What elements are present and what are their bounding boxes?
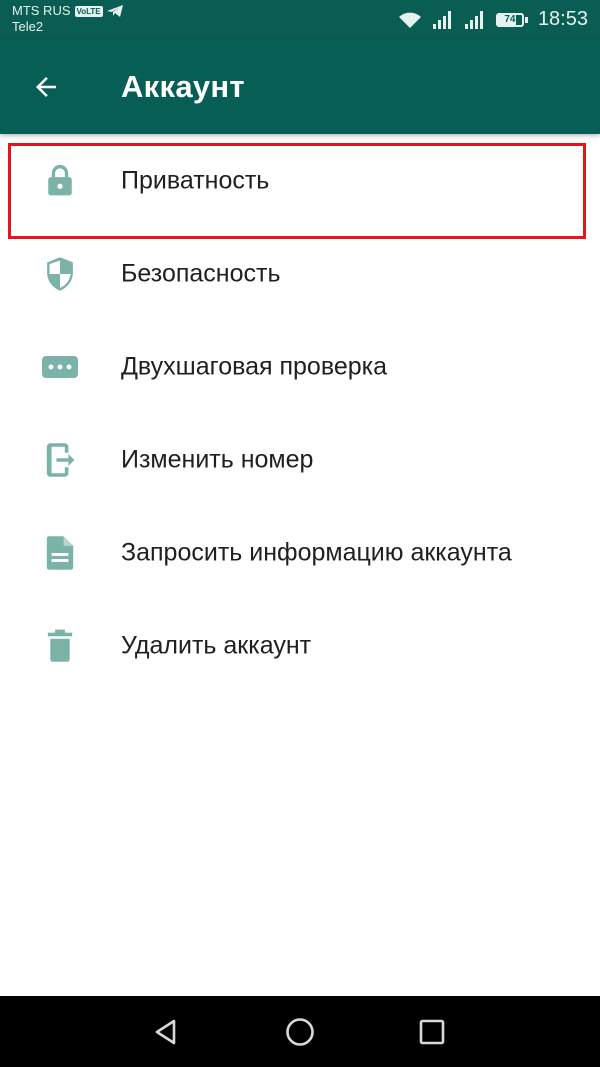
change-number-icon bbox=[40, 440, 80, 480]
battery-percent: 74 bbox=[504, 13, 516, 25]
carrier-info: MTS RUS VoLTE Tele2 bbox=[12, 3, 123, 35]
app-bar: Аккаунт bbox=[0, 40, 600, 134]
wifi-icon bbox=[398, 12, 421, 28]
telegram-icon bbox=[106, 5, 123, 17]
volte-badge: VoLTE bbox=[74, 5, 103, 17]
nav-back-button[interactable] bbox=[148, 1014, 184, 1050]
menu-item-change-number[interactable]: Изменить номер bbox=[0, 413, 600, 506]
document-icon bbox=[40, 533, 80, 573]
menu-item-label: Удалить аккаунт bbox=[121, 631, 312, 659]
menu-item-request-account-info[interactable]: Запросить информацию аккаунта bbox=[0, 506, 600, 599]
nav-home-button[interactable] bbox=[282, 1014, 318, 1050]
menu-item-security[interactable]: Безопасность bbox=[0, 227, 600, 320]
menu-item-label: Приватность bbox=[121, 166, 270, 194]
signal-icon-2 bbox=[464, 10, 483, 29]
page-title: Аккаунт bbox=[121, 69, 245, 104]
nav-recents-button[interactable] bbox=[414, 1014, 450, 1050]
clock: 18:53 bbox=[537, 8, 588, 30]
signal-icon bbox=[432, 10, 451, 29]
menu-item-two-step-verification[interactable]: Двухшаговая проверка bbox=[0, 320, 600, 413]
arrow-left-icon bbox=[36, 77, 56, 97]
status-bar: MTS RUS VoLTE Tele2 74 18:53 bbox=[0, 0, 600, 40]
shield-icon bbox=[40, 254, 80, 294]
battery-indicator: 74 bbox=[495, 12, 528, 27]
square-recents-icon bbox=[419, 1019, 445, 1045]
menu-item-label: Изменить номер bbox=[121, 445, 314, 473]
circle-home-icon bbox=[286, 1018, 314, 1046]
triangle-back-icon bbox=[155, 1019, 176, 1045]
lock-icon bbox=[40, 161, 80, 201]
menu-item-privacy[interactable]: Приватность bbox=[0, 134, 600, 227]
system-nav-bar bbox=[0, 996, 600, 1067]
account-settings-list: Приватность Безопасность Двухшаговая про… bbox=[0, 134, 600, 692]
back-button[interactable] bbox=[22, 67, 70, 107]
menu-item-delete-account[interactable]: Удалить аккаунт bbox=[0, 599, 600, 692]
dots-pin-icon bbox=[40, 347, 80, 387]
menu-item-label: Двухшаговая проверка bbox=[121, 352, 388, 380]
trash-icon bbox=[40, 626, 80, 666]
menu-item-label: Безопасность bbox=[121, 259, 281, 287]
menu-item-label: Запросить информацию аккаунта bbox=[121, 538, 512, 566]
carrier-2-name: Tele2 bbox=[12, 19, 44, 34]
carrier-1-name: MTS RUS bbox=[12, 3, 71, 18]
